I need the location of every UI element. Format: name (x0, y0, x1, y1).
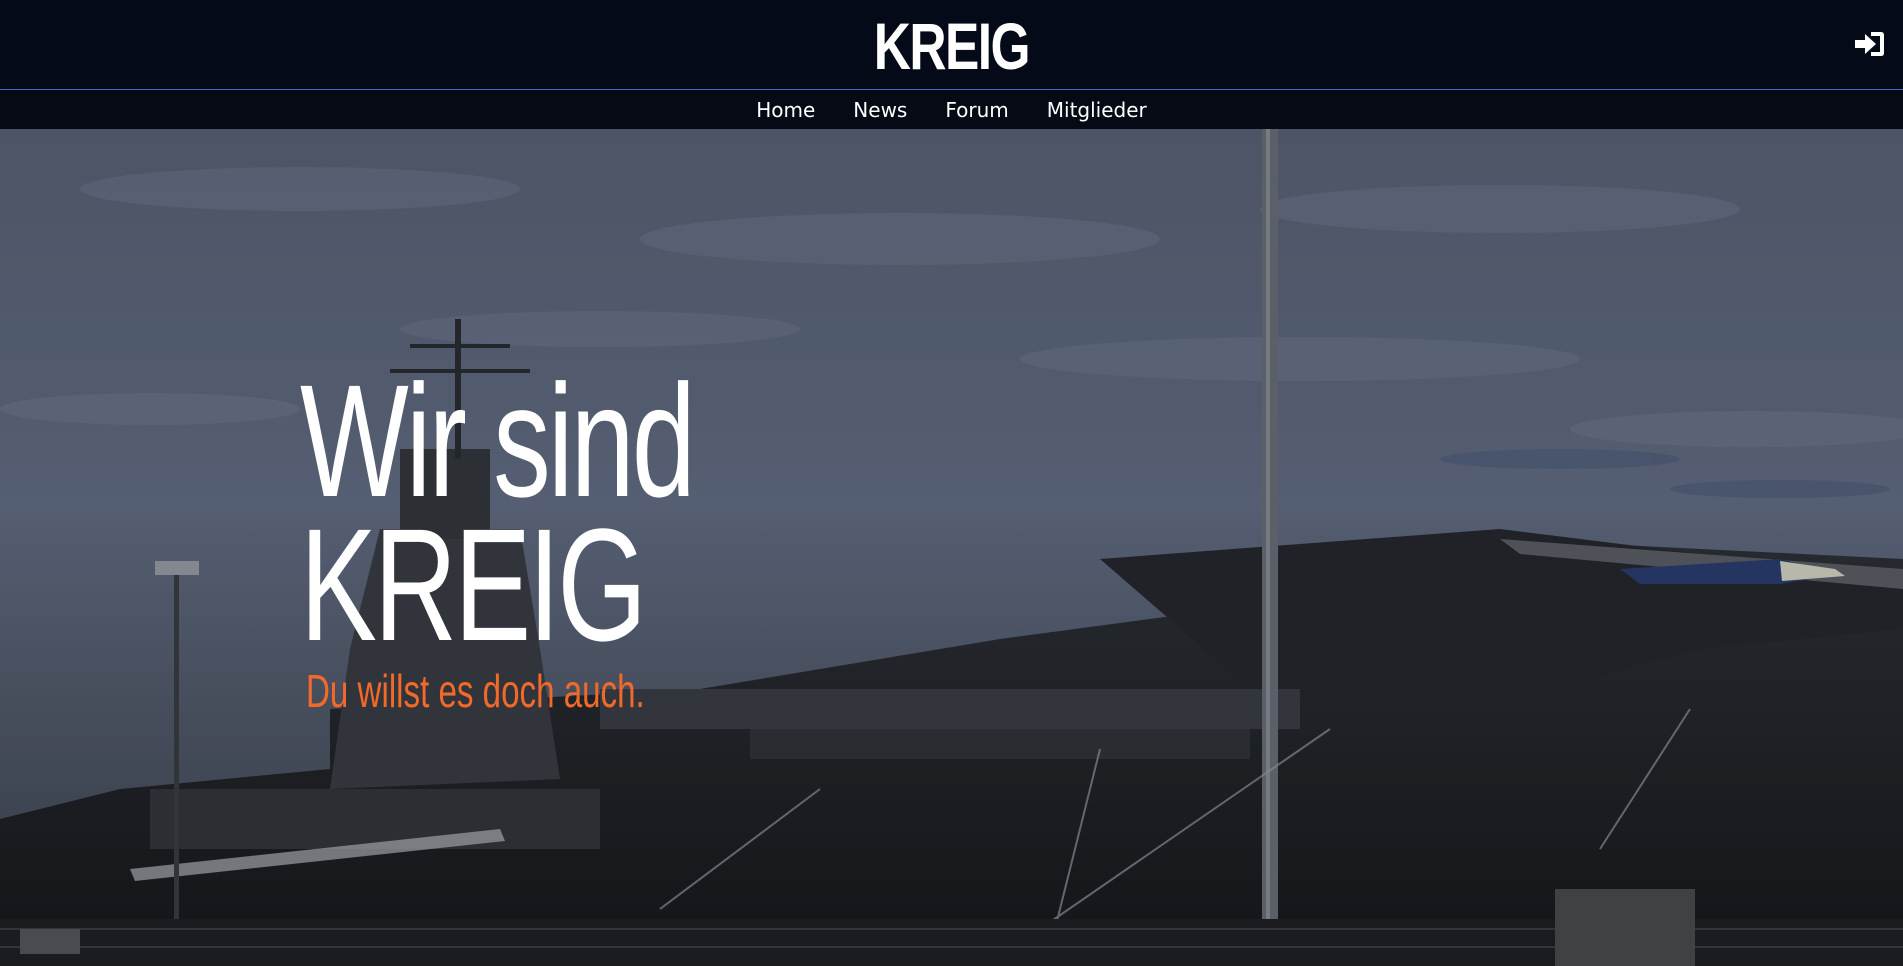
nav-item-forum[interactable]: Forum (926, 98, 1027, 122)
hero-background-image (0, 129, 1903, 966)
hero-title: Wir sind KREIG (300, 351, 696, 674)
nav-item-news[interactable]: News (834, 98, 926, 122)
sign-in-icon[interactable] (1851, 28, 1887, 60)
main-nav: Home News Forum Mitglieder (0, 90, 1903, 129)
hero-title-line-1: Wir sind (300, 351, 696, 530)
hero-subtitle: Du willst es doch auch. (306, 665, 645, 717)
hero-title-line-2: KREIG (300, 495, 647, 674)
nav-item-home[interactable]: Home (737, 98, 834, 122)
hero-section: Wir sind KREIG Du willst es doch auch. (0, 129, 1903, 966)
site-logo-text[interactable]: KREIG (209, 6, 1693, 86)
site-header: KREIG (0, 0, 1903, 90)
nav-item-mitglieder[interactable]: Mitglieder (1028, 98, 1166, 122)
